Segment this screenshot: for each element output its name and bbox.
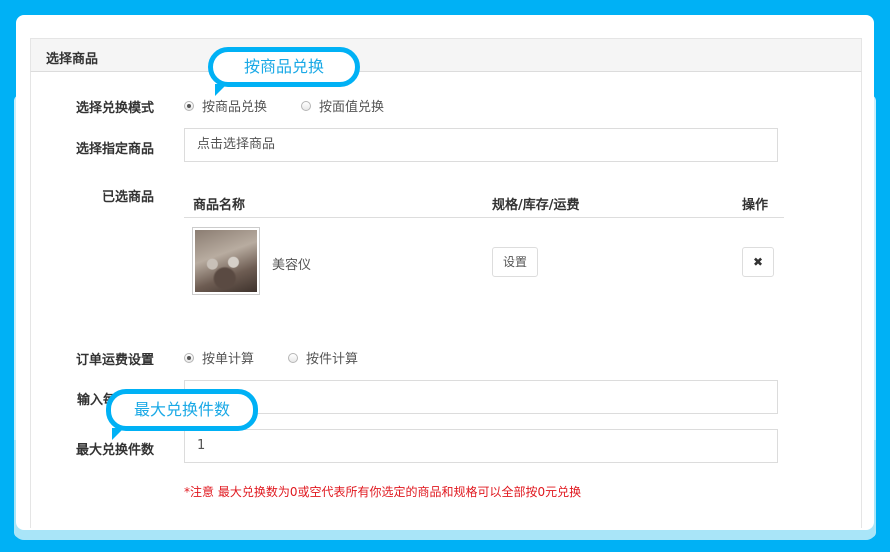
notice-text: *注意 最大兑换数为0或空代表所有你选定的商品和规格可以全部按0元兑换 [184, 485, 582, 499]
radio-per-order-label: 按单计算 [202, 352, 255, 367]
per-input-field[interactable] [184, 380, 778, 414]
radio-unchecked-icon[interactable] [288, 352, 299, 363]
product-name: 美容仪 [272, 258, 312, 273]
callout-bubble-bottom: 最大兑换件数 [106, 389, 258, 431]
max-qty-input[interactable]: 1 [184, 429, 778, 463]
spec-settings-button[interactable]: 设置 [492, 247, 538, 277]
col-header-name: 商品名称 [193, 198, 246, 213]
product-select-value: 点击选择商品 [197, 137, 276, 152]
radio-per-item[interactable]: 按件计算 [288, 348, 358, 367]
radio-checked-icon[interactable] [184, 100, 194, 111]
exchange-mode-label: 选择兑换模式 [75, 101, 154, 116]
delete-product-button[interactable]: ✖ [742, 247, 774, 277]
max-qty-label: 最大兑换件数 [75, 443, 154, 458]
radio-per-item-label: 按件计算 [306, 352, 359, 367]
radio-checked-icon[interactable] [184, 352, 194, 363]
exchange-mode-radio-group: 按商品兑换 按面值兑换 [184, 96, 418, 115]
selected-products-label: 已选商品 [101, 190, 154, 205]
shipping-label: 订单运费设置 [75, 353, 154, 368]
table-header-divider [184, 217, 784, 218]
callout-top-text: 按商品兑换 [243, 57, 324, 76]
radio-per-order[interactable]: 按单计算 [184, 348, 254, 367]
col-header-action: 操作 [742, 198, 769, 213]
panel-header: 选择商品 [30, 38, 862, 72]
product-select-label: 选择指定商品 [75, 142, 154, 157]
radio-by-face-value-label: 按面值兑换 [319, 100, 385, 115]
radio-by-product[interactable]: 按商品兑换 [184, 96, 267, 115]
radio-unchecked-icon[interactable] [301, 100, 312, 111]
radio-by-face-value[interactable]: 按面值兑换 [301, 96, 384, 115]
max-qty-value: 1 [197, 438, 206, 453]
callout-bubble-top: 按商品兑换 [208, 47, 360, 87]
close-icon: ✖ [752, 255, 764, 269]
product-select-input[interactable]: 点击选择商品 [184, 128, 778, 162]
radio-by-product-label: 按商品兑换 [202, 100, 268, 115]
shipping-radio-group: 按单计算 按件计算 [184, 348, 392, 367]
product-image [195, 230, 257, 292]
callout-bottom-text: 最大兑换件数 [133, 400, 230, 419]
callout-bottom-tail [112, 428, 124, 440]
product-thumbnail [192, 227, 260, 295]
panel-title: 选择商品 [46, 52, 99, 67]
callout-top-tail [215, 84, 227, 96]
col-header-spec: 规格/库存/运费 [492, 198, 580, 213]
